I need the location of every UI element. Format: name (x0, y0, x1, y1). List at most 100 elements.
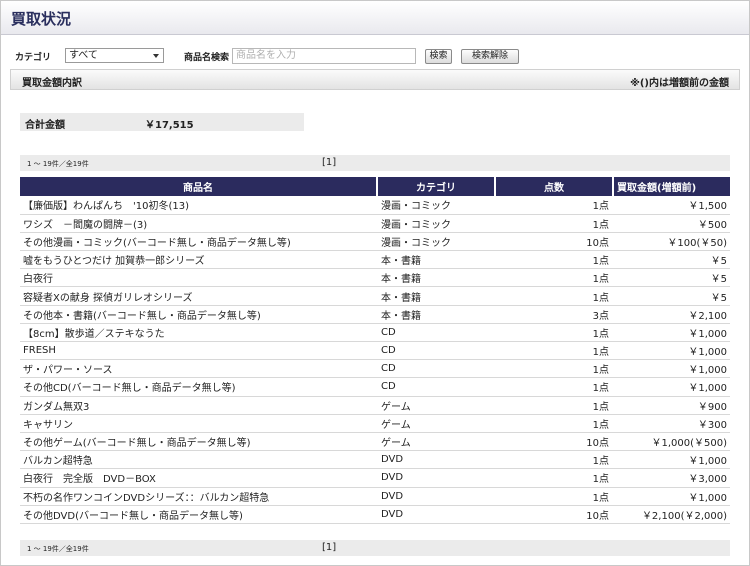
pager-page-link[interactable]: [1] (322, 542, 336, 553)
cell-name: 嘘をもうひとつだけ 加賀恭一郎シリーズ (20, 250, 377, 270)
cell-name: バルカン超特急 (20, 450, 377, 470)
total-label: 合計金額 (25, 120, 65, 131)
cell-qty: 1点 (495, 214, 613, 233)
cell-qty: 1点 (495, 396, 613, 415)
table-row: その他本・書籍(バーコード無し・商品データ無し等) 本・書籍 3点 ￥2,100 (20, 305, 730, 324)
cell-category: 漫画・コミック (377, 196, 495, 215)
cell-qty: 3点 (495, 305, 613, 324)
table-row: 【8cm】散歩道／ステキなうた CD 1点 ￥1,000 (20, 323, 730, 343)
category-select[interactable]: すべて (65, 48, 164, 63)
table-row: 白夜行 本・書籍 1点 ￥5 (20, 268, 730, 288)
header-name: 商品名 (20, 177, 378, 196)
table-row: ガンダム無双3 ゲーム 1点 ￥900 (20, 396, 730, 415)
category-label: カテゴリ (15, 53, 52, 63)
cell-amount: ￥1,000 (613, 359, 730, 379)
cell-amount: ￥5 (613, 286, 730, 306)
table-row: その他CD(バーコード無し・商品データ無し等) CD 1点 ￥1,000 (20, 377, 730, 397)
cell-category: DVD (377, 450, 495, 470)
cell-qty: 1点 (495, 286, 613, 306)
table-row: ザ・パワー・ソース CD 1点 ￥1,000 (20, 359, 730, 379)
table-row: 不朽の名作ワンコインDVDシリーズ：：バルカン超特急 DVD 1点 ￥1,000 (20, 487, 730, 506)
cell-amount: ￥1,000(￥500) (613, 432, 730, 452)
cell-category: 漫画・コミック (377, 232, 495, 252)
section-header: 買取金額内訳 ※()内は増額前の金額 (10, 69, 740, 90)
cell-name: その他ゲーム(バーコード無し・商品データ無し等) (20, 432, 377, 452)
table-row: 白夜行 完全版 DVD－BOX DVD 1点 ￥3,000 (20, 468, 730, 488)
pager-page-link[interactable]: [1] (322, 157, 336, 168)
section-title: 買取金額内訳 (22, 78, 82, 89)
cell-category: 漫画・コミック (377, 214, 495, 233)
cell-amount: ￥1,000 (613, 341, 730, 361)
table-row: バルカン超特急 DVD 1点 ￥1,000 (20, 450, 730, 470)
page-title: 買取状況 (11, 10, 72, 28)
cell-category: DVD (377, 505, 495, 524)
cell-qty: 10点 (495, 505, 613, 524)
table-row: その他漫画・コミック(バーコード無し・商品データ無し等) 漫画・コミック 10点 ￥1… (20, 232, 730, 252)
pager-count: 1 ～ 19件／全19件 (27, 160, 89, 168)
table-row: その他ゲーム(バーコード無し・商品データ無し等) ゲーム 10点 ￥1,000(￥50… (20, 432, 730, 452)
table-row: その他DVD(バーコード無し・商品データ無し等) DVD 10点 ￥2,100(￥2,… (20, 505, 730, 524)
cell-qty: 1点 (495, 450, 613, 470)
cell-category: ゲーム (377, 396, 495, 415)
cell-qty: 10点 (495, 432, 613, 452)
table-body: 【廉価版】わんぱんち '10初冬(13) 漫画・コミック 1点 ￥1,500 ワシズ －… (20, 196, 730, 524)
cell-qty: 1点 (495, 487, 613, 506)
cell-qty: 10点 (495, 232, 613, 252)
cell-name: その他漫画・コミック(バーコード無し・商品データ無し等) (20, 232, 377, 252)
cell-category: ゲーム (377, 432, 495, 452)
filter-bar: カテゴリ すべて 商品名検索 商品名を入力 検索 検索解除 (0, 46, 750, 66)
items-table: 商品名 カテゴリ 点数 買取金額(増額前) 【廉価版】わんぱんち '10初冬(1… (20, 177, 730, 524)
cell-amount: ￥1,000 (613, 450, 730, 470)
cell-name: 白夜行 (20, 268, 377, 288)
table-row: ワシズ －閻魔の闘牌－(3) 漫画・コミック 1点 ￥500 (20, 214, 730, 233)
cell-amount: ￥900 (613, 396, 730, 415)
cell-name: その他CD(バーコード無し・商品データ無し等) (20, 377, 377, 397)
total-amount-box: 合計金額 ￥17,515 (20, 113, 304, 131)
cell-category: CD (377, 341, 495, 361)
cell-qty: 1点 (495, 196, 613, 215)
cell-name: 白夜行 完全版 DVD－BOX (20, 468, 377, 488)
table-row: FRESH CD 1点 ￥1,000 (20, 341, 730, 361)
cell-qty: 1点 (495, 323, 613, 343)
cell-amount: ￥500 (613, 214, 730, 233)
header-amount: 買取金額(増額前) (613, 177, 730, 196)
clear-search-button[interactable]: 検索解除 (461, 49, 519, 64)
table-row: 嘘をもうひとつだけ 加賀恭一郎シリーズ 本・書籍 1点 ￥5 (20, 250, 730, 270)
cell-name: 容疑者Xの献身 探偵ガリレオシリーズ (20, 286, 377, 306)
cell-name: 【廉価版】わんぱんち '10初冬(13) (20, 196, 377, 215)
cell-name: 不朽の名作ワンコインDVDシリーズ：：バルカン超特急 (20, 487, 377, 506)
pager-bottom: 1 ～ 19件／全19件 [1] (20, 540, 730, 556)
search-button[interactable]: 検索 (425, 49, 452, 64)
cell-amount: ￥300 (613, 414, 730, 433)
cell-amount: ￥2,100 (613, 305, 730, 324)
cell-qty: 1点 (495, 341, 613, 361)
cell-amount: ￥1,500 (613, 196, 730, 215)
cell-name: 【8cm】散歩道／ステキなうた (20, 323, 377, 343)
cell-qty: 1点 (495, 268, 613, 288)
cell-category: CD (377, 323, 495, 343)
cell-qty: 1点 (495, 468, 613, 488)
cell-amount: ￥5 (613, 268, 730, 288)
cell-category: DVD (377, 487, 495, 506)
table-row: 容疑者Xの献身 探偵ガリレオシリーズ 本・書籍 1点 ￥5 (20, 286, 730, 306)
pager-count: 1 ～ 19件／全19件 (27, 545, 89, 553)
cell-category: CD (377, 359, 495, 379)
cell-name: その他本・書籍(バーコード無し・商品データ無し等) (20, 305, 377, 324)
total-value: ￥17,515 (145, 120, 194, 131)
cell-name: FRESH (20, 341, 377, 361)
cell-category: ゲーム (377, 414, 495, 433)
cell-name: その他DVD(バーコード無し・商品データ無し等) (20, 505, 377, 524)
pager-top: 1 ～ 19件／全19件 [1] (20, 155, 730, 171)
cell-category: 本・書籍 (377, 250, 495, 270)
cell-amount: ￥100(￥50) (613, 232, 730, 252)
search-label: 商品名検索 (184, 53, 230, 63)
cell-amount: ￥1,000 (613, 377, 730, 397)
section-note: ※()内は増額前の金額 (630, 78, 729, 89)
cell-qty: 1点 (495, 250, 613, 270)
header-category: カテゴリ (377, 177, 496, 196)
category-select-value: すべて (69, 50, 98, 61)
cell-category: DVD (377, 468, 495, 488)
cell-category: CD (377, 377, 495, 397)
cell-amount: ￥3,000 (613, 468, 730, 488)
search-input[interactable]: 商品名を入力 (232, 48, 416, 64)
